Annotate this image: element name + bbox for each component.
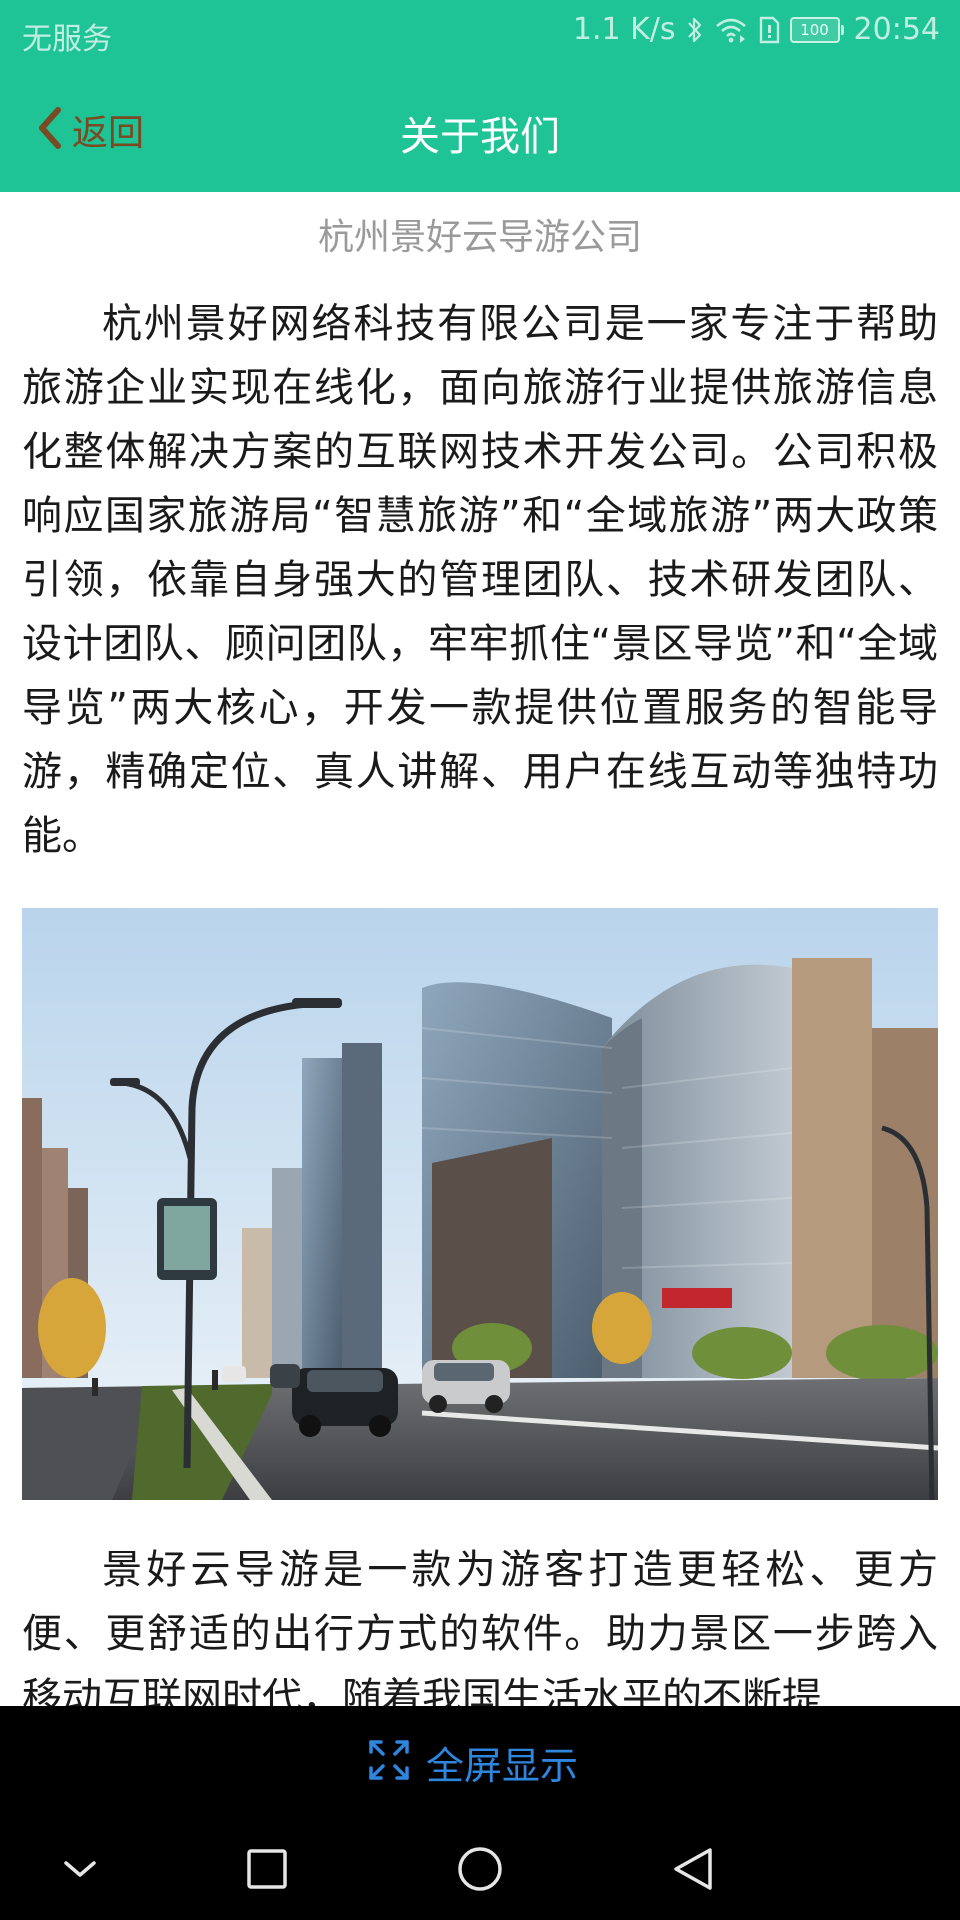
bluetooth-icon	[686, 15, 704, 45]
fullscreen-button[interactable]: 全屏显示	[368, 1734, 578, 1790]
page-title: 关于我们	[400, 114, 560, 160]
article-heading: 杭州景好云导游公司	[317, 217, 642, 258]
expand-icon	[368, 1739, 410, 1785]
status-icons: 1.1 K/s 100 20:54	[573, 12, 940, 47]
nav-back-icon[interactable]	[668, 1844, 718, 1894]
nav-recents-icon[interactable]	[242, 1844, 292, 1894]
clock: 20:54	[853, 12, 940, 47]
system-nav-bar	[0, 1818, 960, 1920]
title-bar: 返回 关于我们	[0, 66, 960, 192]
sim-icon	[758, 15, 780, 45]
wifi-icon	[714, 15, 748, 45]
battery-icon: 100	[789, 16, 844, 43]
nav-down-icon[interactable]	[55, 1844, 105, 1894]
status-bar: 无服务 1.1 K/s 100 20:54	[0, 0, 960, 66]
net-speed: 1.1 K/s	[572, 12, 676, 47]
article-content[interactable]: 杭州景好云导游公司 杭州景好网络科技有限公司是一家专注于帮助旅游企业实现在线化，…	[0, 192, 960, 1706]
fullscreen-label: 全屏显示	[426, 1743, 579, 1788]
fullscreen-bar: 全屏显示	[0, 1706, 960, 1818]
article-paragraph: 景好云导游是一款为游客打造更轻松、更方便、更舒适的出行方式的软件。助力景区一步跨…	[22, 1547, 938, 1706]
battery-level: 100	[789, 16, 840, 43]
app-screen: 无服务 1.1 K/s 100 20:54 返回 关于我们 杭州景好云导游公司 …	[0, 0, 960, 1920]
carrier-status: 无服务	[22, 22, 112, 57]
city-street-photo	[22, 908, 938, 1500]
nav-home-icon[interactable]	[455, 1844, 505, 1894]
article-paragraph: 杭州景好网络科技有限公司是一家专注于帮助旅游企业实现在线化，面向旅游行业提供旅游…	[22, 301, 938, 859]
